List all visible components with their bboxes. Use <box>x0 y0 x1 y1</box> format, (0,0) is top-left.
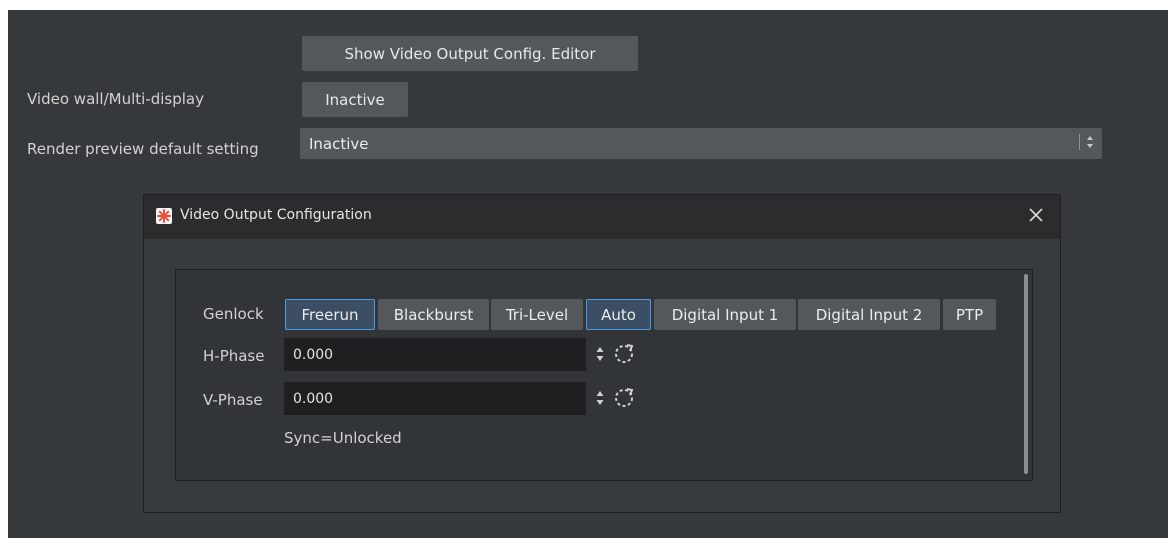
genlock-auto-button[interactable]: Auto <box>586 299 651 330</box>
v-phase-reset-icon[interactable] <box>613 387 635 409</box>
app-icon <box>156 208 172 224</box>
panel-scrollbar[interactable] <box>1024 274 1028 474</box>
genlock-panel: Genlock Freerun Blackburst Tri-Level Aut… <box>175 269 1033 481</box>
dialog-titlebar[interactable]: Video Output Configuration <box>144 195 1060 239</box>
genlock-digital-input-1-button[interactable]: Digital Input 1 <box>654 299 796 330</box>
genlock-blackburst-button[interactable]: Blackburst <box>378 299 489 330</box>
genlock-label: Genlock <box>203 305 264 323</box>
genlock-freerun-button[interactable]: Freerun <box>285 299 375 330</box>
h-phase-label: H-Phase <box>203 347 265 365</box>
render-preview-label: Render preview default setting <box>27 140 259 158</box>
sync-status: Sync=Unlocked <box>284 429 402 447</box>
render-preview-selected-value: Inactive <box>309 134 369 153</box>
genlock-tri-level-button[interactable]: Tri-Level <box>491 299 583 330</box>
video-wall-toggle-button[interactable]: Inactive <box>302 82 408 117</box>
close-icon[interactable] <box>1026 205 1046 225</box>
v-phase-input[interactable]: 0.000 <box>284 382 586 415</box>
video-wall-label: Video wall/Multi-display <box>27 90 204 108</box>
video-output-configuration-dialog: Video Output Configuration Genlock Freer… <box>143 194 1061 513</box>
dialog-title: Video Output Configuration <box>180 207 372 223</box>
h-phase-reset-icon[interactable] <box>613 343 635 365</box>
v-phase-label: V-Phase <box>203 391 263 409</box>
genlock-ptp-button[interactable]: PTP <box>943 299 996 330</box>
h-phase-spin-arrows-icon[interactable] <box>594 344 606 364</box>
genlock-digital-input-2-button[interactable]: Digital Input 2 <box>798 299 940 330</box>
v-phase-spin-arrows-icon[interactable] <box>594 388 606 408</box>
select-separator <box>1079 134 1080 150</box>
render-preview-select[interactable]: Inactive <box>300 128 1102 159</box>
select-arrows-icon <box>1087 136 1093 148</box>
show-video-output-config-editor-button[interactable]: Show Video Output Config. Editor <box>302 36 638 71</box>
h-phase-input[interactable]: 0.000 <box>284 338 586 371</box>
